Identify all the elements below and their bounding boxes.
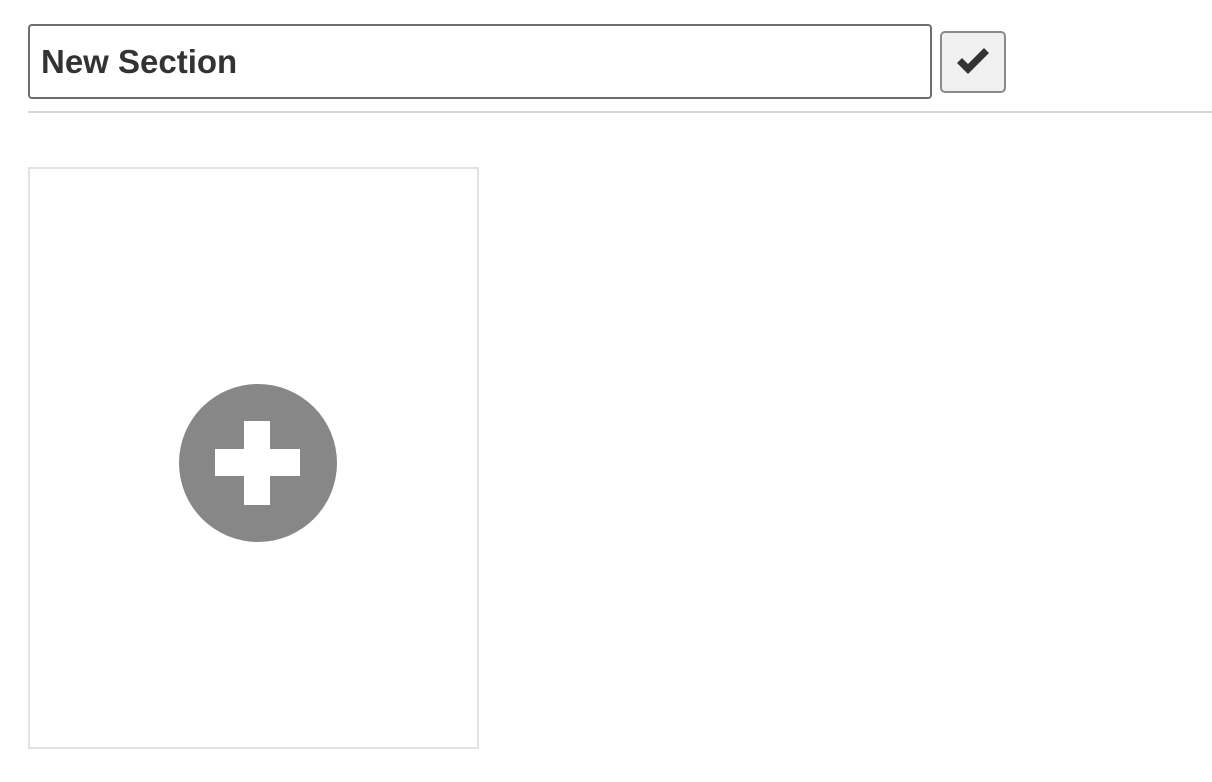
section-header (28, 24, 1212, 100)
confirm-button[interactable] (940, 31, 1006, 93)
divider (28, 111, 1212, 113)
add-item-card[interactable] (28, 167, 479, 749)
section-title-input[interactable] (28, 24, 932, 99)
plus-circle-icon[interactable] (178, 383, 338, 543)
checkmark-icon (955, 47, 991, 77)
